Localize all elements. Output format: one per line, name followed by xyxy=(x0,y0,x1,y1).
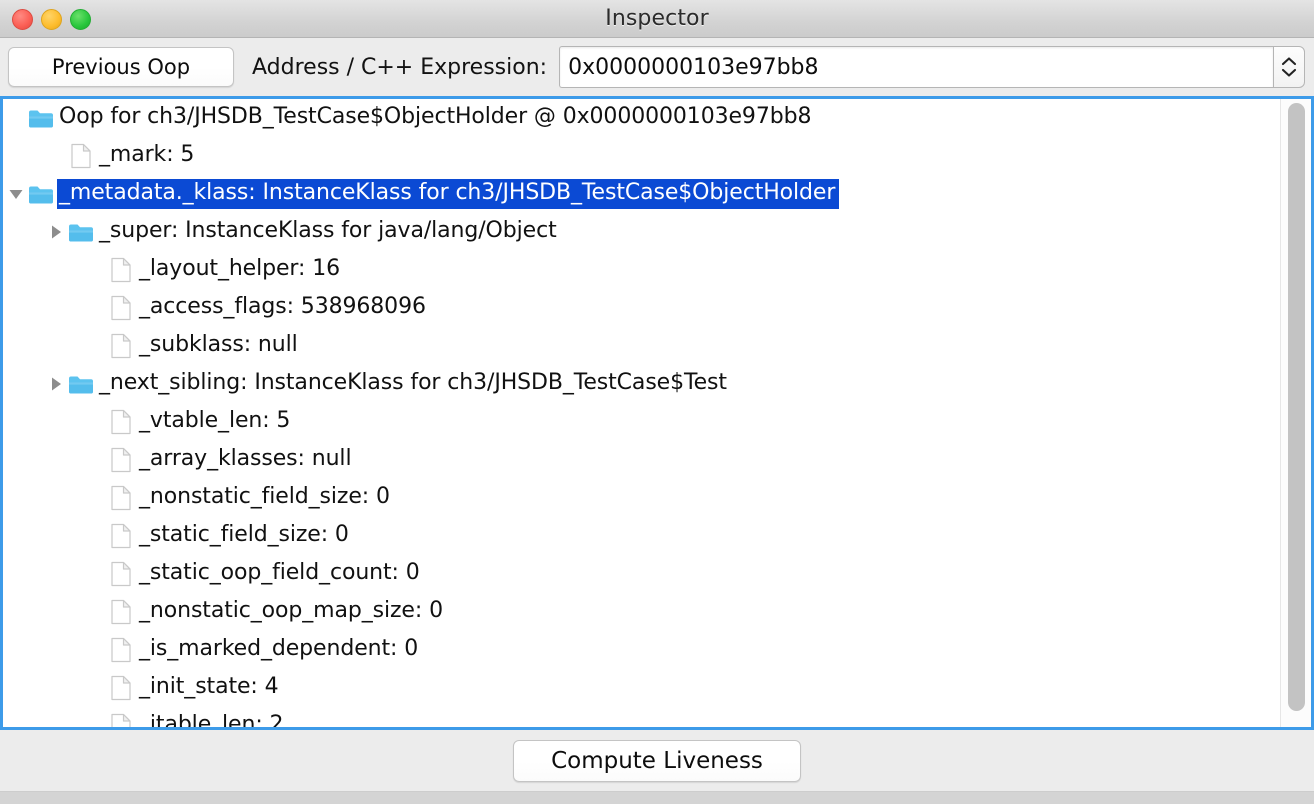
tree-vertical-scrollbar[interactable] xyxy=(1280,99,1311,727)
tree-row-label: _vtable_len: 5 xyxy=(139,408,291,433)
file-icon xyxy=(67,137,95,175)
tree-row[interactable]: _subklass: null xyxy=(3,327,1280,365)
tree-row[interactable]: _nonstatic_oop_map_size: 0 xyxy=(3,593,1280,631)
tree-row-label: Oop for ch3/JHSDB_TestCase$ObjectHolder … xyxy=(59,104,812,129)
file-icon xyxy=(107,707,135,727)
window-title: Inspector xyxy=(605,6,709,31)
tree-row-label: _static_oop_field_count: 0 xyxy=(139,560,420,585)
oop-tree-pane: Oop for ch3/JHSDB_TestCase$ObjectHolder … xyxy=(0,99,1314,730)
folder-icon xyxy=(27,99,55,137)
tree-row-label: _static_field_size: 0 xyxy=(139,522,349,547)
tree-row-label: _nonstatic_oop_map_size: 0 xyxy=(139,598,443,623)
triangle-right-icon[interactable] xyxy=(45,213,67,251)
tree-row[interactable]: _is_marked_dependent: 0 xyxy=(3,631,1280,669)
file-icon xyxy=(107,631,135,669)
tree-row-label: _metadata._klass: InstanceKlass for ch3/… xyxy=(57,179,840,209)
tree-row-label: _array_klasses: null xyxy=(139,446,352,471)
file-icon xyxy=(107,555,135,593)
minimize-button[interactable] xyxy=(41,8,62,30)
file-icon xyxy=(107,479,135,517)
tree-row-label: _super: InstanceKlass for java/lang/Obje… xyxy=(99,218,557,243)
tree-row[interactable]: _init_state: 4 xyxy=(3,669,1280,707)
tree-row-label: _subklass: null xyxy=(139,332,298,357)
tree-row[interactable]: _static_field_size: 0 xyxy=(3,517,1280,555)
address-input[interactable]: 0x0000000103e97bb8 xyxy=(559,46,1273,88)
address-input-group: 0x0000000103e97bb8 xyxy=(559,46,1305,88)
triangle-down-icon[interactable] xyxy=(5,175,27,213)
tree-row-label: _next_sibling: InstanceKlass for ch3/JHS… xyxy=(99,370,727,395)
tree-row[interactable]: _next_sibling: InstanceKlass for ch3/JHS… xyxy=(3,365,1280,403)
tree-row[interactable]: _static_oop_field_count: 0 xyxy=(3,555,1280,593)
tree-row[interactable]: _array_klasses: null xyxy=(3,441,1280,479)
tree-row-label: _access_flags: 538968096 xyxy=(139,294,426,319)
compute-liveness-button[interactable]: Compute Liveness xyxy=(513,739,801,782)
tree-row[interactable]: Oop for ch3/JHSDB_TestCase$ObjectHolder … xyxy=(3,99,1280,137)
folder-icon xyxy=(27,175,55,213)
footer-bar: Compute Liveness xyxy=(0,730,1314,792)
folder-icon xyxy=(67,213,95,251)
triangle-right-icon[interactable] xyxy=(45,365,67,403)
tree-row[interactable]: _nonstatic_field_size: 0 xyxy=(3,479,1280,517)
folder-icon xyxy=(67,365,95,403)
tree-row-label: _layout_helper: 16 xyxy=(139,256,340,281)
tree-row[interactable]: _layout_helper: 16 xyxy=(3,251,1280,289)
chevron-down-icon[interactable] xyxy=(1281,67,1297,78)
window-bottom-strip xyxy=(0,792,1314,804)
tree-row[interactable]: _super: InstanceKlass for java/lang/Obje… xyxy=(3,213,1280,251)
file-icon xyxy=(107,517,135,555)
address-stepper[interactable] xyxy=(1273,46,1305,88)
previous-oop-button[interactable]: Previous Oop xyxy=(8,47,234,87)
tree-row[interactable]: _vtable_len: 5 xyxy=(3,403,1280,441)
file-icon xyxy=(107,669,135,707)
window-controls xyxy=(12,0,91,38)
toolbar: Previous Oop Address / C++ Expression: 0… xyxy=(0,38,1314,99)
inspector-window: Inspector Previous Oop Address / C++ Exp… xyxy=(0,0,1314,804)
chevron-up-icon[interactable] xyxy=(1281,56,1297,67)
title-bar: Inspector xyxy=(0,0,1314,38)
tree-row-label: _init_state: 4 xyxy=(139,674,279,699)
scrollbar-thumb[interactable] xyxy=(1287,103,1305,711)
oop-tree[interactable]: Oop for ch3/JHSDB_TestCase$ObjectHolder … xyxy=(3,99,1280,727)
file-icon xyxy=(107,593,135,631)
tree-row-label: _itable_len: 2 xyxy=(139,712,284,727)
tree-row[interactable]: _itable_len: 2 xyxy=(3,707,1280,727)
tree-row-label: _mark: 5 xyxy=(99,142,195,167)
tree-row[interactable]: _metadata._klass: InstanceKlass for ch3/… xyxy=(3,175,1280,213)
tree-row-label: _nonstatic_field_size: 0 xyxy=(139,484,390,509)
address-expression-label: Address / C++ Expression: xyxy=(252,54,548,80)
tree-row-label: _is_marked_dependent: 0 xyxy=(139,636,419,661)
close-button[interactable] xyxy=(12,8,33,30)
file-icon xyxy=(107,441,135,479)
tree-row[interactable]: _access_flags: 538968096 xyxy=(3,289,1280,327)
file-icon xyxy=(107,403,135,441)
tree-row[interactable]: _mark: 5 xyxy=(3,137,1280,175)
maximize-button[interactable] xyxy=(70,8,91,30)
file-icon xyxy=(107,251,135,289)
file-icon xyxy=(107,327,135,365)
file-icon xyxy=(107,289,135,327)
